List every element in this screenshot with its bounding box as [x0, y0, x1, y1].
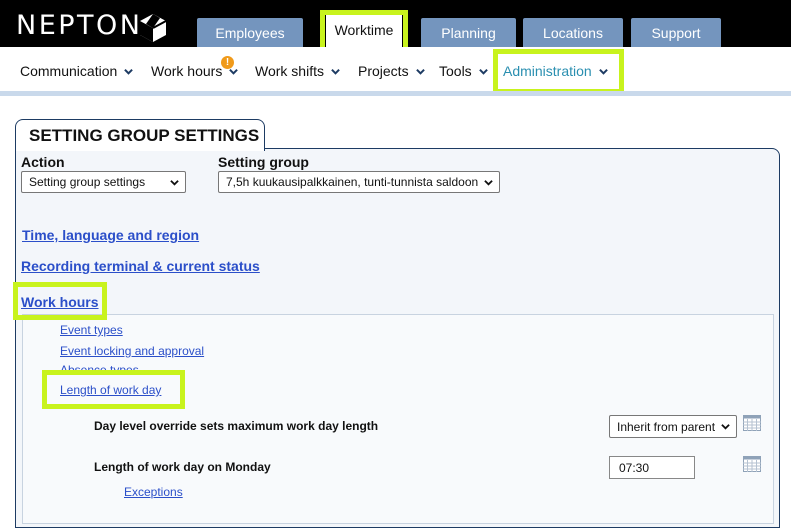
- calendar-icon[interactable]: [743, 415, 761, 431]
- menu-label: Communication: [20, 63, 118, 79]
- menu-work-shifts[interactable]: Work shifts: [255, 63, 340, 79]
- tab-locations[interactable]: Locations: [523, 18, 623, 47]
- menu-projects[interactable]: Projects: [358, 63, 425, 79]
- menu-label: Projects: [358, 63, 409, 79]
- menu-label: Work hours: [151, 63, 223, 79]
- action-label: Action: [21, 154, 65, 170]
- chevron-down-icon: [124, 68, 134, 75]
- override-label: Day level override sets maximum work day…: [94, 419, 379, 433]
- chevron-down-icon: [478, 68, 488, 75]
- setting-group-select[interactable]: 7,5h kuukausipalkkainen, tunti-tunnista …: [218, 171, 500, 193]
- chevron-down-icon: [170, 180, 179, 186]
- chevron-down-icon: [331, 68, 340, 75]
- tab-planning[interactable]: Planning: [421, 18, 516, 47]
- setting-group-label: Setting group: [218, 154, 309, 170]
- monday-input[interactable]: 07:30: [609, 456, 695, 479]
- menu-label: Administration: [503, 63, 592, 79]
- action-select-value: Setting group settings: [29, 175, 146, 189]
- link-length-of-work-day[interactable]: Length of work day: [60, 383, 161, 397]
- monday-label: Length of work day on Monday: [94, 460, 271, 474]
- calendar-icon[interactable]: [743, 456, 761, 472]
- section-time-language-region[interactable]: Time, language and region: [22, 227, 199, 243]
- top-bar: NEPTON Employees Worktime Planning Locat…: [0, 0, 791, 47]
- link-absence-types[interactable]: Absence types: [60, 363, 139, 371]
- chevron-down-icon: [484, 180, 493, 186]
- nepton-logo-icon: [140, 14, 167, 42]
- chevron-down-icon: [415, 68, 425, 75]
- panel-title: SETTING GROUP SETTINGS: [29, 126, 260, 145]
- chevron-down-icon: [721, 424, 730, 430]
- menu-divider: [0, 91, 791, 96]
- action-select[interactable]: Setting group settings: [21, 171, 186, 193]
- link-event-locking[interactable]: Event locking and approval: [60, 344, 204, 358]
- logo-text: NEPTON: [16, 10, 143, 41]
- override-select[interactable]: Inherit from parent: [609, 415, 737, 438]
- link-event-types[interactable]: Event types: [60, 323, 123, 337]
- section-work-hours[interactable]: Work hours: [21, 294, 99, 310]
- notification-badge: !: [221, 56, 234, 69]
- menu-communication[interactable]: Communication: [20, 63, 134, 79]
- setting-group-select-value: 7,5h kuukausipalkkainen, tunti-tunnista …: [226, 175, 479, 189]
- chevron-down-icon: [598, 68, 608, 75]
- menu-label: Tools: [439, 63, 472, 79]
- menu-label: Work shifts: [255, 63, 324, 79]
- menu-tools[interactable]: Tools: [439, 63, 488, 79]
- tab-support[interactable]: Support: [631, 18, 721, 47]
- link-exceptions[interactable]: Exceptions: [124, 485, 183, 499]
- tab-employees[interactable]: Employees: [197, 18, 303, 47]
- tab-worktime[interactable]: Worktime: [326, 13, 402, 47]
- panel-tab: SETTING GROUP SETTINGS: [15, 119, 265, 151]
- override-select-value: Inherit from parent: [617, 420, 716, 434]
- menu-administration[interactable]: Administration: [503, 63, 608, 79]
- section-recording-terminal[interactable]: Recording terminal & current status: [21, 258, 260, 274]
